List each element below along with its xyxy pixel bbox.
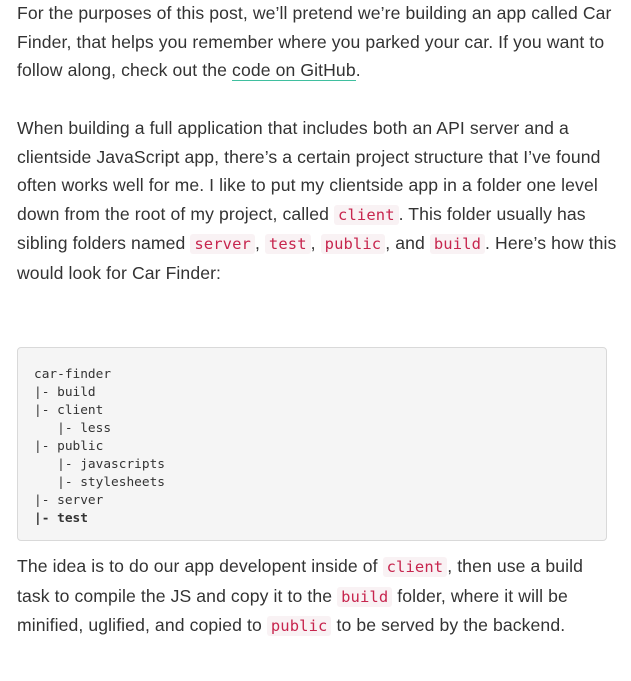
code-line: |- public xyxy=(34,439,104,454)
idea-paragraph: The idea is to do our app developent ins… xyxy=(17,552,617,641)
code-line: |- build xyxy=(34,385,96,400)
github-code-link[interactable]: code on GitHub xyxy=(232,60,356,82)
intro-paragraph: For the purposes of this post, we’ll pre… xyxy=(17,0,617,85)
code-line: |- server xyxy=(34,493,104,508)
idea-text: to be served by the backend. xyxy=(331,615,566,636)
code-line: |- less xyxy=(34,421,112,436)
intro-text-end: . xyxy=(355,60,361,81)
inline-code-client: client xyxy=(334,204,399,225)
code-line: |- javascripts xyxy=(34,457,165,472)
folder-structure-code-block: car-finder |- build |- client |- less |- pu… xyxy=(17,347,607,541)
inline-code-test: test xyxy=(264,234,311,255)
inline-code-server: server xyxy=(190,234,255,255)
inline-code-public: public xyxy=(320,234,386,255)
idea-text: The idea is to do our app developent ins… xyxy=(17,556,383,576)
structure-text: , xyxy=(254,233,265,254)
code-line: |- client xyxy=(34,403,104,418)
code-line: car-finder xyxy=(34,367,112,382)
structure-paragraph: When building a full application that in… xyxy=(17,114,617,288)
structure-text: , xyxy=(310,233,321,254)
inline-code-public: public xyxy=(266,616,332,637)
inline-code-build: build xyxy=(429,234,486,255)
code-line: |- stylesheets xyxy=(34,475,165,490)
structure-text: , and xyxy=(385,233,430,254)
code-line: |- test xyxy=(34,511,88,526)
inline-code-client: client xyxy=(382,557,448,577)
inline-code-build: build xyxy=(337,586,393,607)
